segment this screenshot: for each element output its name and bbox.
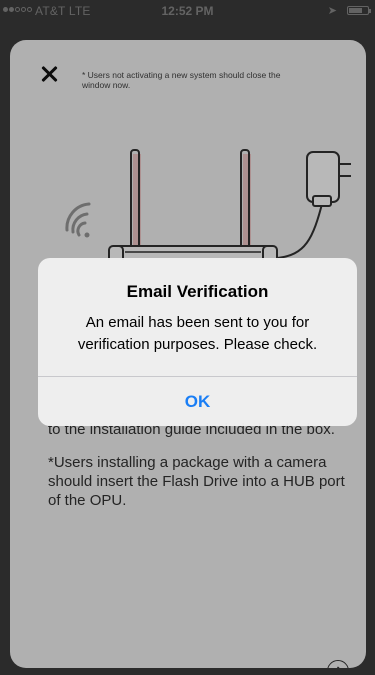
email-verification-alert: Email Verification An email has been sen… (38, 258, 357, 426)
alert-message: An email has been sent to you for verifi… (77, 314, 318, 353)
alert-title: Email Verification (126, 282, 269, 301)
app-screen: AT&T LTE 12:52 PM ➤ * Users not activati… (0, 0, 375, 675)
ok-button[interactable]: OK (38, 377, 357, 426)
